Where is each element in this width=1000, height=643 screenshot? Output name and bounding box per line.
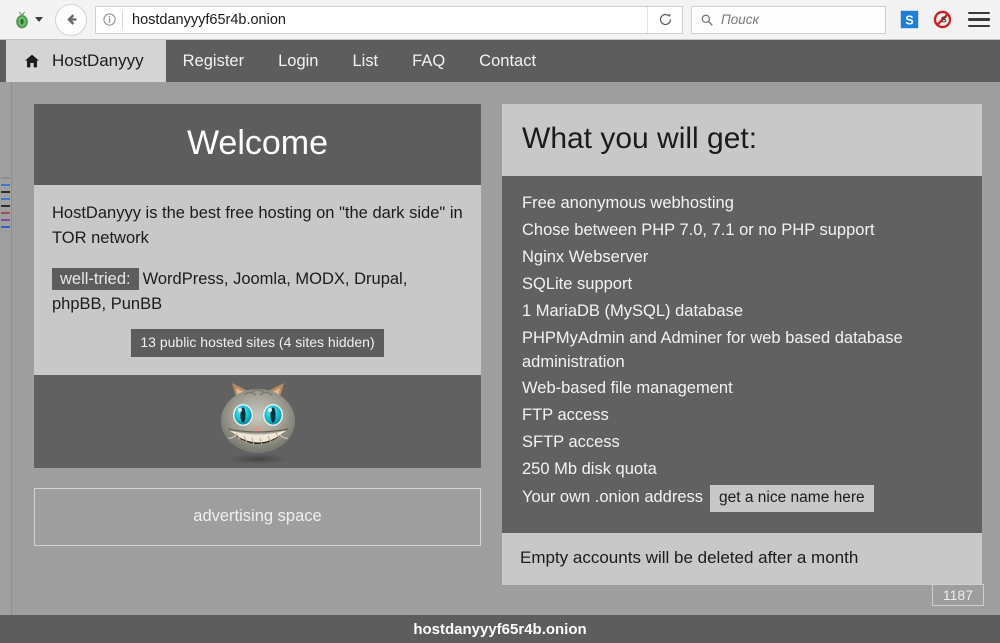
hamburger-menu-button[interactable] bbox=[968, 12, 990, 28]
onion-address-label: Your own .onion address bbox=[522, 488, 703, 506]
site-info-icon[interactable] bbox=[96, 12, 122, 27]
address-bar[interactable]: hostdanyyyf65r4b.onion bbox=[95, 6, 683, 34]
back-button[interactable] bbox=[55, 4, 87, 36]
info-circle-icon bbox=[102, 12, 117, 27]
search-input[interactable]: Поиск bbox=[721, 12, 759, 27]
nav-item-contact[interactable]: Contact bbox=[462, 40, 553, 82]
sites-badge-wrap: 13 public hosted sites (4 sites hidden) bbox=[52, 329, 463, 356]
visit-counter: 1187 bbox=[932, 584, 984, 606]
nav-brand-hostdanyyy[interactable]: HostDanyyy bbox=[6, 40, 166, 82]
home-icon bbox=[24, 53, 40, 69]
torbutton-menu[interactable] bbox=[8, 10, 47, 30]
menu-line bbox=[968, 18, 990, 21]
list-item: SQLite support bbox=[522, 273, 962, 297]
account-notice: Empty accounts will be deleted after a m… bbox=[502, 533, 982, 585]
background-window-sliver bbox=[0, 40, 12, 615]
list-item: Free anonymous webhosting bbox=[522, 192, 962, 216]
extension-icons: S S bbox=[900, 10, 952, 29]
list-item: SFTP access bbox=[522, 431, 962, 455]
list-item: FTP access bbox=[522, 404, 962, 428]
well-tried-badge: well-tried: bbox=[52, 268, 139, 290]
list-item: 250 Mb disk quota bbox=[522, 458, 962, 482]
list-item-onion-address: Your own .onion address get a nice name h… bbox=[522, 485, 962, 511]
chevron-down-icon bbox=[35, 17, 43, 22]
page-viewport: HostDanyyy Register Login List FAQ Conta… bbox=[0, 40, 1000, 615]
hosted-sites-badge: 13 public hosted sites (4 sites hidden) bbox=[131, 329, 383, 356]
right-column: What you will get: Free anonymous webhos… bbox=[502, 104, 982, 585]
list-item: Chose between PHP 7.0, 7.1 or no PHP sup… bbox=[522, 219, 962, 243]
search-bar[interactable]: Поиск bbox=[691, 6, 886, 34]
page-footer: hostdanyyyf65r4b.onion bbox=[0, 615, 1000, 643]
list-item: Web-based file management bbox=[522, 377, 962, 401]
cheshire-cat-image bbox=[34, 375, 481, 468]
blue-s-extension-icon[interactable]: S bbox=[900, 10, 919, 29]
cheshire-cat-icon bbox=[198, 377, 318, 465]
nav-item-login[interactable]: Login bbox=[261, 40, 335, 82]
left-column: Welcome HostDanyyy is the best free host… bbox=[34, 104, 481, 585]
url-text[interactable]: hostdanyyyf65r4b.onion bbox=[123, 12, 647, 28]
welcome-title: Welcome bbox=[34, 104, 481, 185]
svg-text:S: S bbox=[905, 13, 913, 27]
menu-line bbox=[968, 12, 990, 15]
advertising-space-label: advertising space bbox=[193, 507, 321, 526]
get-nice-name-button[interactable]: get a nice name here bbox=[710, 485, 874, 511]
nav-brand-label: HostDanyyy bbox=[52, 51, 144, 71]
arrow-left-icon bbox=[63, 11, 80, 28]
features-title: What you will get: bbox=[502, 104, 982, 176]
footer-onion-address: hostdanyyyf65r4b.onion bbox=[413, 621, 586, 638]
list-item: 1 MariaDB (MySQL) database bbox=[522, 300, 962, 324]
welcome-panel: Welcome HostDanyyy is the best free host… bbox=[34, 104, 481, 546]
onion-icon bbox=[12, 10, 32, 30]
nav-item-list[interactable]: List bbox=[335, 40, 395, 82]
menu-line bbox=[968, 25, 990, 28]
search-icon bbox=[700, 13, 714, 27]
list-item: Nginx Webserver bbox=[522, 246, 962, 270]
list-item: PHPMyAdmin and Adminer for web based dat… bbox=[522, 327, 962, 375]
features-body: Free anonymous webhosting Chose between … bbox=[502, 176, 982, 533]
well-tried-row: well-tried:WordPress, Joomla, MODX, Drup… bbox=[52, 267, 463, 317]
svg-text:S: S bbox=[941, 15, 947, 25]
nav-item-faq[interactable]: FAQ bbox=[395, 40, 462, 82]
page-content: Welcome HostDanyyy is the best free host… bbox=[0, 82, 1000, 585]
advertising-space[interactable]: advertising space bbox=[34, 488, 481, 546]
visit-counter-wrap: 1187 bbox=[932, 587, 984, 605]
nav-item-register[interactable]: Register bbox=[166, 40, 261, 82]
browser-toolbar: hostdanyyyf65r4b.onion Поиск S bbox=[0, 0, 1000, 40]
browser-window: hostdanyyyf65r4b.onion Поиск S bbox=[0, 0, 1000, 643]
features-panel: What you will get: Free anonymous webhos… bbox=[502, 104, 982, 585]
noscript-extension-icon[interactable]: S bbox=[933, 10, 952, 29]
site-navbar: HostDanyyy Register Login List FAQ Conta… bbox=[0, 40, 1000, 82]
welcome-lead: HostDanyyy is the best free hosting on "… bbox=[52, 201, 463, 251]
reload-icon bbox=[658, 12, 673, 27]
features-list: Free anonymous webhosting Chose between … bbox=[522, 192, 962, 512]
reload-button[interactable] bbox=[647, 7, 682, 33]
welcome-body: HostDanyyy is the best free hosting on "… bbox=[34, 185, 481, 375]
